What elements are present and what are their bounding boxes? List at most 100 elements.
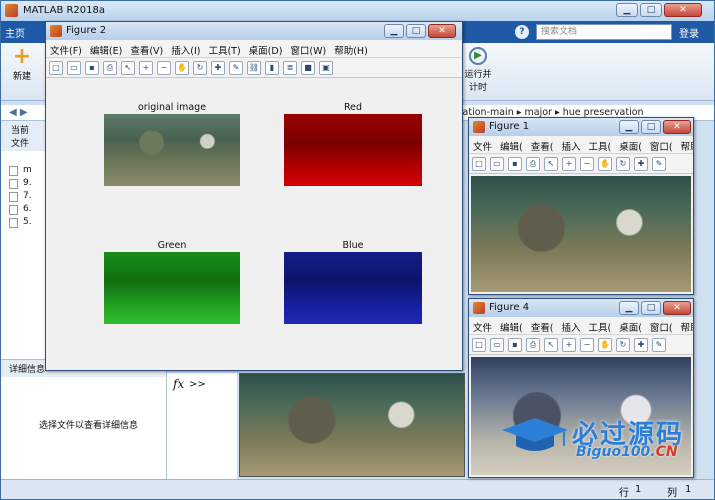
file-item[interactable]: 5. <box>1 217 46 230</box>
file-item[interactable]: 9. <box>1 178 46 191</box>
new-figure-icon[interactable]: □ <box>472 338 486 352</box>
login-link[interactable]: 登录 <box>679 25 699 40</box>
open-icon[interactable]: ▭ <box>490 338 504 352</box>
legend-icon[interactable]: ≣ <box>283 61 297 75</box>
minimize-button[interactable]: ▁ <box>619 301 639 315</box>
search-docs-input[interactable]: 搜索文档 <box>536 24 672 40</box>
menu-view[interactable]: 查看( <box>527 317 558 334</box>
open-icon[interactable]: ▭ <box>490 157 504 171</box>
figure-4-title-bar: Figure 4 ▁ □ ✕ <box>469 299 693 317</box>
menu-help[interactable]: 帮助(H) <box>330 40 372 57</box>
menu-tools[interactable]: 工具( <box>584 136 615 153</box>
menu-view[interactable]: 查看(V) <box>126 40 167 57</box>
menu-insert[interactable]: 插入 <box>557 317 584 334</box>
print-icon[interactable]: ⎙ <box>526 157 540 171</box>
hide-plot-tools-icon[interactable]: ■ <box>301 61 315 75</box>
print-icon[interactable]: ⎙ <box>103 61 117 75</box>
zoom-out-icon[interactable]: − <box>157 61 171 75</box>
figure-2-body: original image Red Green Blue <box>46 78 462 370</box>
menu-window[interactable]: 窗口(W) <box>286 40 330 57</box>
pan-icon[interactable]: ✋ <box>598 338 612 352</box>
subplot-original-title: original image <box>137 102 207 113</box>
menu-view[interactable]: 查看( <box>527 136 558 153</box>
figure-2-toolbar: □ ▭ ▪ ⎙ ↖ + − ✋ ↻ ✚ ✎ ⛓ ▮ ≣ ■ ▣ <box>46 58 462 78</box>
zoom-out-icon[interactable]: − <box>580 338 594 352</box>
maximize-button[interactable]: □ <box>640 3 662 17</box>
menu-insert[interactable]: 插入 <box>557 136 584 153</box>
file-item[interactable]: m <box>1 165 46 178</box>
menu-edit[interactable]: 编辑(E) <box>86 40 126 57</box>
menu-file[interactable]: 文件 <box>469 136 496 153</box>
pan-icon[interactable]: ✋ <box>175 61 189 75</box>
command-window[interactable]: fx >> <box>167 373 237 479</box>
subplot-original-image: original image <box>104 102 240 186</box>
show-plot-tools-icon[interactable]: ▣ <box>319 61 333 75</box>
minimize-button[interactable]: ▁ <box>616 3 638 17</box>
pointer-icon[interactable]: ↖ <box>544 338 558 352</box>
menu-file[interactable]: 文件(F) <box>46 40 86 57</box>
close-button[interactable]: ✕ <box>663 301 691 315</box>
save-icon[interactable]: ▪ <box>508 338 522 352</box>
menu-desktop[interactable]: 桌面( <box>615 136 646 153</box>
figure-1-body <box>469 174 693 294</box>
menu-tools[interactable]: 工具( <box>584 317 615 334</box>
pointer-icon[interactable]: ↖ <box>121 61 135 75</box>
print-icon[interactable]: ⎙ <box>526 338 540 352</box>
maximize-button[interactable]: □ <box>641 301 661 315</box>
menu-edit[interactable]: 编辑( <box>496 317 527 334</box>
link-plot-icon[interactable]: ⛓ <box>247 61 261 75</box>
rotate-icon[interactable]: ↻ <box>193 61 207 75</box>
tab-home[interactable]: 主页 <box>5 25 25 40</box>
new-button[interactable]: + 新建 <box>7 46 37 97</box>
zoom-in-icon[interactable]: + <box>139 61 153 75</box>
menu-insert[interactable]: 插入(I) <box>167 40 204 57</box>
zoom-in-icon[interactable]: + <box>562 157 576 171</box>
save-icon[interactable]: ▪ <box>85 61 99 75</box>
fx-icon[interactable]: fx <box>173 377 184 391</box>
maximize-button[interactable]: □ <box>406 24 426 38</box>
status-col-value: 1 <box>685 484 692 495</box>
menu-tools[interactable]: 工具(T) <box>204 40 244 57</box>
data-cursor-icon[interactable]: ✚ <box>634 157 648 171</box>
file-item[interactable]: 6. <box>1 204 46 217</box>
new-figure-icon[interactable]: □ <box>49 61 63 75</box>
rotate-icon[interactable]: ↻ <box>616 338 630 352</box>
menu-window[interactable]: 窗口( <box>646 136 677 153</box>
menu-edit[interactable]: 编辑( <box>496 136 527 153</box>
file-item[interactable]: 7. <box>1 191 46 204</box>
open-icon[interactable]: ▭ <box>67 61 81 75</box>
menu-desktop[interactable]: 桌面( <box>615 317 646 334</box>
colorbar-icon[interactable]: ▮ <box>265 61 279 75</box>
close-button[interactable]: ✕ <box>428 24 456 38</box>
pointer-icon[interactable]: ↖ <box>544 157 558 171</box>
close-button[interactable]: ✕ <box>663 120 691 134</box>
minimize-button[interactable]: ▁ <box>619 120 639 134</box>
back-forward-icon[interactable]: ◀ ▶ <box>9 107 28 118</box>
brush-icon[interactable]: ✎ <box>652 338 666 352</box>
help-icon[interactable]: ? <box>515 25 529 39</box>
save-icon[interactable]: ▪ <box>508 157 522 171</box>
pan-icon[interactable]: ✋ <box>598 157 612 171</box>
menu-file[interactable]: 文件 <box>469 317 496 334</box>
figure-2-window[interactable]: Figure 2 ▁ □ ✕ 文件(F) 编辑(E) 查看(V) 插入(I) 工具(T)… <box>45 21 463 371</box>
run-and-time-button[interactable]: ▶ 运行并 计时 <box>463 47 493 97</box>
maximize-button[interactable]: □ <box>641 120 661 134</box>
zoom-out-icon[interactable]: − <box>580 157 594 171</box>
close-button[interactable]: ✕ <box>664 3 702 17</box>
new-figure-icon[interactable]: □ <box>472 157 486 171</box>
data-cursor-icon[interactable]: ✚ <box>634 338 648 352</box>
figure-1-window[interactable]: Figure 1 ▁ □ ✕ 文件编辑(查看(插入工具(桌面(窗口(帮助( □ ▭… <box>468 117 694 295</box>
rotate-icon[interactable]: ↻ <box>616 157 630 171</box>
menu-window[interactable]: 窗口( <box>646 317 677 334</box>
brush-icon[interactable]: ✎ <box>229 61 243 75</box>
brush-icon[interactable]: ✎ <box>652 157 666 171</box>
zoom-in-icon[interactable]: + <box>562 338 576 352</box>
run-and-time-label: 运行并 计时 <box>464 70 492 93</box>
menu-desktop[interactable]: 桌面(D) <box>245 40 287 57</box>
minimize-button[interactable]: ▁ <box>384 24 404 38</box>
subplot-green-title: Green <box>157 240 187 251</box>
menu-help[interactable]: 帮助( <box>677 317 693 334</box>
data-cursor-icon[interactable]: ✚ <box>211 61 225 75</box>
figure-1-toolbar: □ ▭ ▪ ⎙ ↖ + − ✋ ↻ ✚ ✎ <box>469 154 693 174</box>
menu-help[interactable]: 帮助( <box>677 136 693 153</box>
